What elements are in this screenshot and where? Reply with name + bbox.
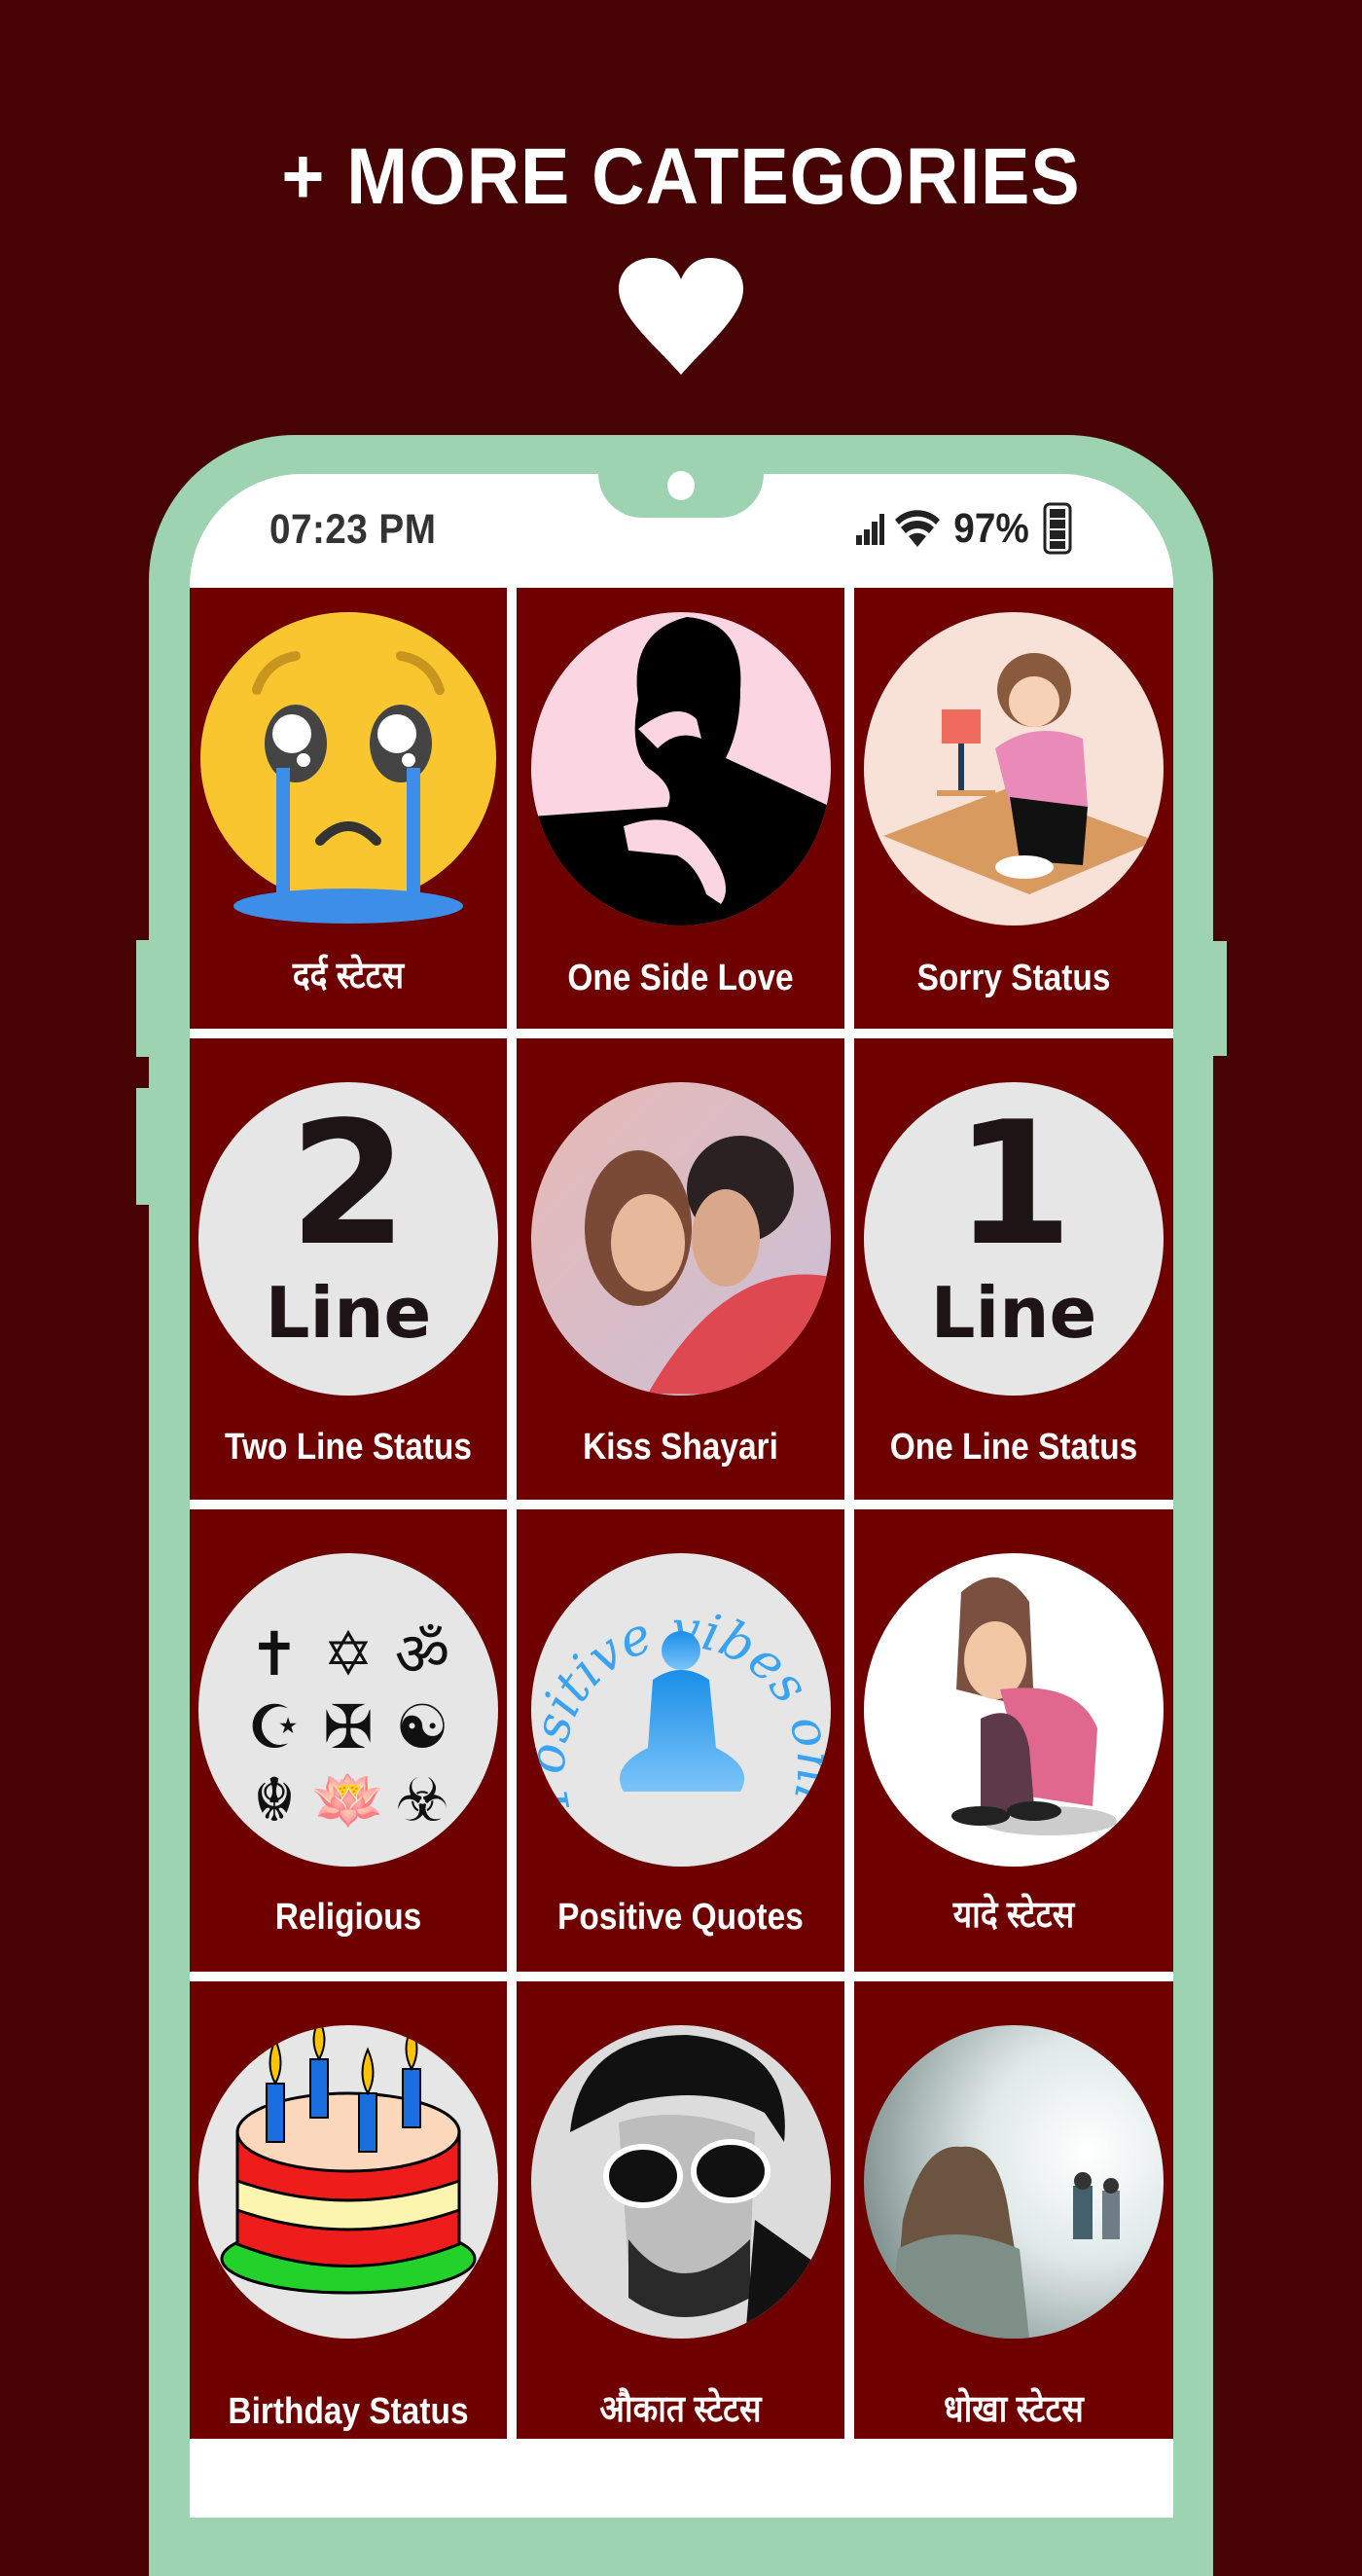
status-time: 07:23 PM — [269, 506, 437, 553]
one-line-badge-image: 1 Line — [864, 1082, 1164, 1396]
category-label: दर्द स्टेटस — [292, 956, 405, 997]
svg-text:☯: ☯ — [395, 1691, 449, 1762]
category-label: Two Line Status — [225, 1427, 472, 1468]
category-label: यादे स्टेटस — [952, 1895, 1075, 1936]
svg-text:☣: ☣ — [395, 1764, 449, 1835]
svg-text:Line: Line — [931, 1272, 1097, 1354]
svg-text:🪷: 🪷 — [310, 1764, 385, 1835]
birthday-cake-image — [198, 2025, 498, 2339]
svg-text:☪: ☪ — [247, 1691, 302, 1762]
category-label: Religious — [274, 1897, 422, 1938]
couple-photo-image — [530, 1082, 831, 1396]
category-label: Birthday Status — [228, 2391, 469, 2432]
category-label: Sorry Status — [916, 958, 1111, 998]
front-camera — [667, 471, 695, 500]
battery-percent: 97% — [953, 504, 1029, 552]
embrace-silhouette-image — [530, 612, 831, 925]
man-sunglasses-image — [530, 2025, 831, 2339]
signal-bars-icon — [856, 512, 885, 545]
sad-girl-phone-image — [864, 612, 1164, 925]
religious-symbols-image: ✝ ✡ ॐ ☪ ✠ ☯ ☬ 🪷 ☣ — [198, 1553, 498, 1867]
category-tile-dhokha-status[interactable]: धोखा स्टेटस — [854, 1981, 1173, 2439]
positive-vibes-image: Positive vibes only — [530, 1553, 831, 1867]
crying-face-icon — [198, 612, 498, 925]
two-line-badge-image: 2 Line — [198, 1082, 498, 1396]
page-title: + MORE CATEGORIES — [281, 132, 1081, 221]
category-label: Kiss Shayari — [583, 1427, 778, 1468]
category-tile-one-line-status[interactable]: 1 Line One Line Status — [854, 1038, 1173, 1500]
category-tile-one-side-love[interactable]: One Side Love — [517, 588, 844, 1029]
status-icons: 97% — [856, 502, 1072, 555]
category-tile-dard-status[interactable]: दर्द स्टेटस — [190, 588, 507, 1029]
heart-icon — [617, 258, 745, 377]
sad-girl-sitting-image — [864, 1553, 1164, 1867]
category-tile-yaade-status[interactable]: यादे स्टेटस — [854, 1509, 1173, 1972]
category-tile-aukat-status[interactable]: औकात स्टेटस — [517, 1981, 844, 2439]
svg-text:1: 1 — [954, 1086, 1073, 1284]
svg-text:2: 2 — [289, 1086, 408, 1284]
svg-text:ॐ: ॐ — [395, 1618, 450, 1689]
svg-text:Line: Line — [266, 1272, 432, 1354]
category-label: औकात स्टेटस — [599, 2389, 762, 2430]
girl-watching-couple-image — [864, 2025, 1164, 2339]
category-tile-religious[interactable]: ✝ ✡ ॐ ☪ ✠ ☯ ☬ 🪷 ☣ Religious — [190, 1509, 507, 1972]
battery-icon — [1043, 502, 1072, 555]
category-label: धोखा स्टेटस — [944, 2389, 1084, 2430]
category-tile-sorry-status[interactable]: Sorry Status — [854, 588, 1173, 1029]
svg-text:✠: ✠ — [323, 1691, 374, 1762]
category-tile-birthday-status[interactable]: Birthday Status — [190, 1981, 507, 2439]
category-tile-two-line-status[interactable]: 2 Line Two Line Status — [190, 1038, 507, 1500]
svg-text:✡: ✡ — [323, 1618, 374, 1689]
wifi-icon — [895, 510, 940, 547]
category-tile-kiss-shayari[interactable]: Kiss Shayari — [517, 1038, 844, 1500]
category-tile-positive-quotes[interactable]: Positive vibes only Positive Quotes — [517, 1509, 844, 1972]
svg-text:☬: ☬ — [253, 1764, 296, 1835]
category-label: One Side Love — [567, 958, 794, 998]
svg-text:✝: ✝ — [249, 1618, 300, 1689]
category-label: Positive Quotes — [557, 1897, 804, 1938]
category-grid: दर्द स्टेटस One Side Love Sorry Status 2… — [190, 588, 1173, 2439]
category-label: One Line Status — [889, 1427, 1138, 1468]
